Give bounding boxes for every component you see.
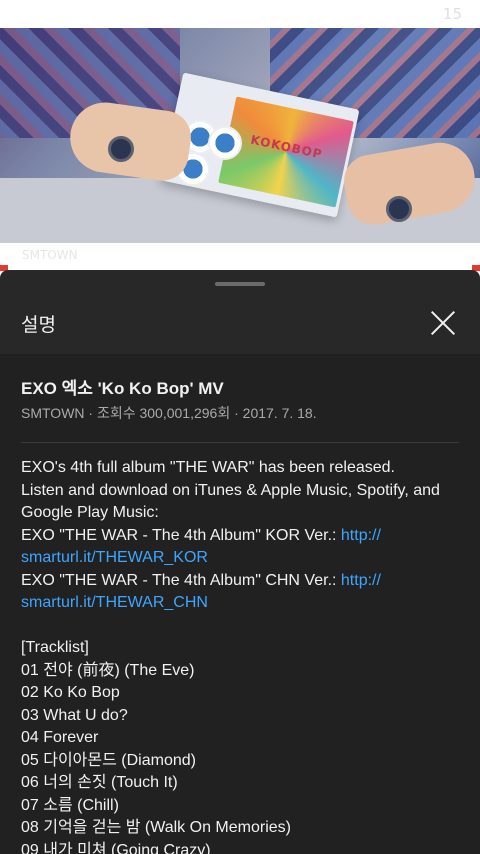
description-text: EXO's 4th full album "THE WAR" has been …: [21, 457, 466, 854]
chn-link[interactable]: http://: [341, 572, 381, 589]
content-divider: [21, 442, 459, 443]
video-title: EXO 엑소 'Ko Ko Bop' MV: [21, 379, 224, 398]
track-item: 03 What U do?: [21, 706, 128, 724]
close-icon[interactable]: [428, 308, 458, 338]
video-meta: SMTOWN · 조회수 300,001,296회 · 2017. 7. 18.: [21, 405, 317, 421]
track-item: 05 다이아몬드 (Diamond): [21, 751, 196, 769]
video-frame-ring: [386, 196, 412, 222]
description-line: Listen and download on iTunes & Apple Mu…: [21, 481, 440, 499]
tracklist-header: [Tracklist]: [21, 639, 89, 656]
chn-prefix: EXO "THE WAR - The 4th Album" CHN Ver.:: [21, 571, 341, 589]
video-frame-ring: [108, 136, 134, 162]
description-line: Google Play Music:: [21, 504, 159, 521]
description-line-kor: EXO "THE WAR - The 4th Album" KOR Ver.: …: [21, 525, 466, 548]
track-item: 07 소름 (Chill): [21, 796, 119, 814]
kor-prefix: EXO "THE WAR - The 4th Album" KOR Ver.:: [21, 526, 341, 544]
description-line-chn: EXO "THE WAR - The 4th Album" CHN Ver.: …: [21, 570, 466, 593]
video-frame-pill: [208, 126, 242, 160]
faded-channel-text: SMTOWN: [22, 248, 78, 262]
chn-link-cont[interactable]: smarturl.it/THEWAR_CHN: [21, 594, 208, 611]
drag-handle[interactable]: [215, 282, 265, 286]
description-line-kor-link: smarturl.it/THEWAR_KOR: [21, 547, 466, 570]
track-item: 06 너의 손짓 (Touch It): [21, 774, 178, 791]
track-item: 01 전야 (前夜) (The Eve): [21, 661, 195, 679]
kor-link-cont[interactable]: smarturl.it/THEWAR_KOR: [21, 549, 208, 566]
description-sheet: 설명 EXO 엑소 'Ko Ko Bop' MV SMTOWN · 조회수 30…: [0, 270, 480, 854]
status-bar: 15: [0, 0, 480, 28]
track-item: 04 Forever: [21, 729, 99, 746]
sheet-title: 설명: [21, 314, 56, 336]
kor-link[interactable]: http://: [341, 527, 381, 544]
track-item: 09 내가 미쳐 (Going Crazy): [21, 841, 211, 854]
status-number: 15: [442, 5, 462, 23]
description-line: EXO's 4th full album "THE WAR" has been …: [21, 459, 395, 476]
description-body[interactable]: EXO 엑소 'Ko Ko Bop' MV SMTOWN · 조회수 300,0…: [0, 355, 480, 854]
track-item: 08 기억을 걷는 밤 (Walk On Memories): [21, 819, 291, 836]
below-video-strip: SMTOWN: [0, 243, 480, 271]
video-player[interactable]: KOKOBOP: [0, 28, 480, 243]
track-item: 02 Ko Ko Bop: [21, 684, 120, 701]
description-line-chn-link: smarturl.it/THEWAR_CHN: [21, 592, 466, 615]
